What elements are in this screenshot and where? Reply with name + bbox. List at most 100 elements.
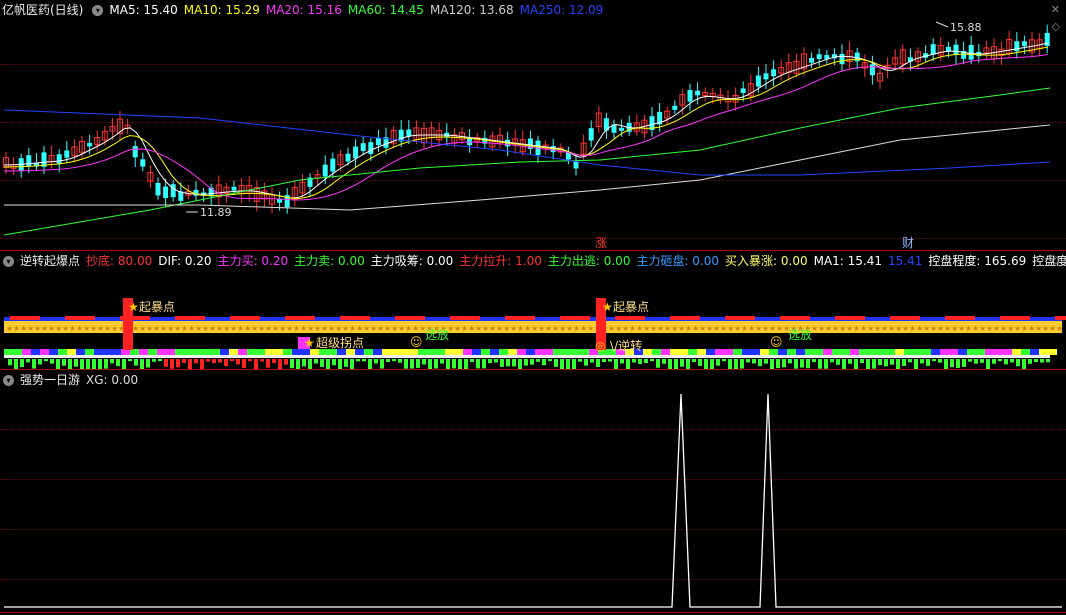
histogram-bar (974, 359, 978, 364)
histogram-bar (674, 359, 678, 369)
histogram-bar (122, 359, 126, 369)
histogram-bar (896, 359, 900, 369)
signal-band-cell (976, 349, 985, 355)
chaoji-label: 超级拐点 (316, 335, 364, 350)
tag-up: 涨 (595, 235, 607, 250)
diamond-icon[interactable]: ◇ (1052, 253, 1060, 266)
histogram-bar (440, 359, 444, 364)
signal-band-cell (967, 349, 976, 355)
red-segment (1000, 316, 1030, 320)
signal-band-cell (742, 349, 751, 355)
signal-band-cell (580, 349, 589, 355)
signal-band-cell (436, 349, 445, 355)
histogram-bar (1046, 359, 1050, 363)
star-icon: ★ (602, 300, 613, 314)
histogram-bar (1022, 359, 1026, 369)
x-axis-line (0, 612, 1066, 613)
candle-down (26, 155, 32, 167)
candle-down (87, 142, 93, 147)
histogram-bar (260, 359, 264, 362)
indicator-pane-xg[interactable]: ▾ 强势一日游 XG: 0.00 (0, 370, 1066, 615)
histogram-bar (278, 359, 282, 369)
candle-down (1021, 41, 1027, 47)
ma10-line (3, 46, 1049, 199)
histogram-bar (542, 359, 546, 366)
histogram-bar (188, 359, 192, 369)
histogram-bar (812, 359, 816, 363)
candlestick-chart[interactable]: 15.88 11.89 涨 财 (0, 0, 1066, 250)
candle-down (565, 152, 571, 160)
signal-band-cell (454, 349, 463, 355)
histogram-bar (38, 359, 42, 365)
histogram-bar (332, 359, 336, 366)
signal-band-cell (994, 349, 1003, 355)
price-pane[interactable]: 15.88 11.89 涨 财 亿帆医药(日线) ▾ MA5: 15.40 MA10: 15… (0, 0, 1066, 250)
chevron-down-icon[interactable]: ▾ (3, 375, 14, 386)
red-segment (890, 316, 920, 320)
histogram-bar (458, 359, 462, 369)
histogram-bar (62, 359, 66, 366)
ma-value-0: MA5: 15.40 (109, 3, 178, 17)
histogram-bar (146, 359, 150, 368)
histogram-bar (230, 359, 234, 362)
qibao-label: 起暴点 (613, 300, 649, 314)
red-segment (175, 316, 205, 320)
xg-signal-chart[interactable] (0, 370, 1066, 615)
signal-band-cell (499, 349, 508, 355)
chevron-down-icon[interactable]: ▾ (92, 5, 104, 16)
reversal-value-0: 抄底: 80.00 (86, 254, 153, 268)
xg-value-0: XG: 0.00 (86, 373, 139, 387)
histogram-bar (650, 359, 654, 362)
candle-down (375, 137, 381, 146)
histogram-bar (104, 359, 108, 369)
signal-band-cell (49, 349, 58, 355)
histogram-bar (980, 359, 984, 363)
signal-band-cell (724, 349, 733, 355)
close-icon[interactable]: ✕ (1051, 3, 1060, 16)
signal-band-cell (229, 349, 238, 355)
candle-down (968, 44, 974, 60)
histogram-bar (86, 359, 90, 369)
candle-down (816, 54, 822, 59)
histogram-bar (908, 359, 912, 363)
chevron-down-icon[interactable]: ▾ (3, 256, 14, 267)
signal-band-cell (175, 349, 184, 355)
reversal-value-5: 主力拉升: 1.00 (459, 254, 542, 268)
signal-band-cell (67, 349, 76, 355)
histogram-bar (224, 359, 228, 367)
histogram-bar (422, 359, 426, 365)
stock-title: 亿帆医药(日线) (2, 3, 84, 17)
diamond-up-icon[interactable]: ◇ (1052, 20, 1060, 33)
candle-down (740, 88, 746, 93)
histogram-bar (344, 359, 348, 367)
histogram-bar (338, 359, 342, 369)
star-icon: ★ (128, 300, 139, 314)
histogram-bar (446, 359, 450, 369)
histogram-bar (644, 359, 648, 364)
signal-band-cell (535, 349, 544, 355)
histogram-bar (770, 359, 774, 369)
histogram-bar (98, 359, 102, 369)
histogram-bar (938, 359, 942, 363)
histogram-bar (8, 359, 12, 366)
signal-band-cell (31, 349, 40, 355)
indicator-pane-reversal[interactable]: ★ ★ ★ ★ ★ ★ ★ ★ ★ ★ ★ ★ ★ ★ ★ ★ ★ ★ ★ ★ ★ ★ ★ ★ ★ ★ ★ ★ ★ ★ ★ ★ ★ ★ ★ ★ ★ ★ ★ ★… (0, 251, 1066, 369)
signal-band-cell (247, 349, 256, 355)
signal-band-cell (157, 349, 166, 355)
signal-band-cell (4, 349, 13, 355)
ma60-line (3, 87, 1051, 236)
signal-band-cell (859, 349, 868, 355)
histogram-bar (776, 359, 780, 369)
ma-value-2: MA20: 15.16 (265, 3, 342, 17)
histogram-bar (326, 359, 330, 369)
histogram-bar (50, 359, 54, 364)
red-segment (560, 316, 590, 320)
signal-band-cell (364, 349, 373, 355)
histogram-bar (272, 359, 276, 364)
signal-band-cell (58, 349, 67, 355)
histogram-bar (518, 359, 522, 369)
histogram-bar (530, 359, 534, 365)
signal-band-cell (13, 349, 22, 355)
signal-band-cell (202, 349, 211, 355)
signal-band-cell (409, 349, 418, 355)
